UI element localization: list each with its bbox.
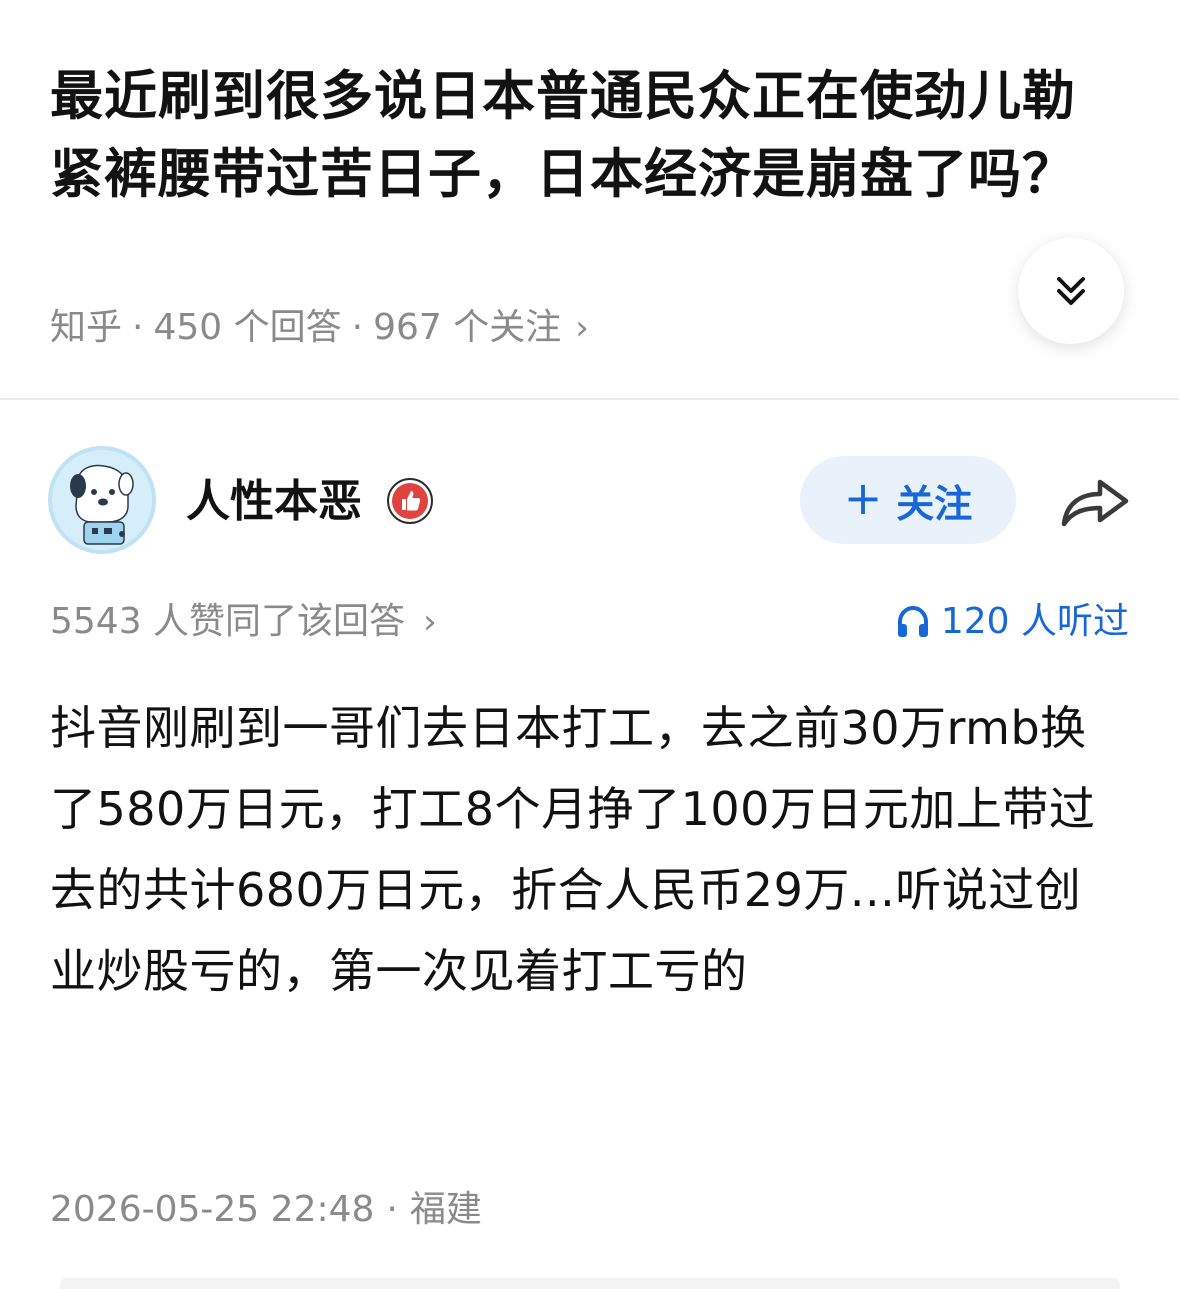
author-name[interactable]: 人性本恶 bbox=[186, 474, 362, 530]
double-chevron-down-icon bbox=[1057, 277, 1085, 305]
plus-icon: + bbox=[843, 471, 883, 525]
follower-count: 967 个关注 bbox=[373, 307, 562, 348]
meta-separator: · bbox=[351, 307, 364, 348]
meta-separator: · bbox=[132, 307, 144, 348]
listen-count[interactable]: 120 人听过 bbox=[895, 598, 1129, 646]
thumbs-up-badge-icon bbox=[387, 478, 433, 524]
follow-button-label: 关注 bbox=[896, 481, 973, 526]
avatar[interactable] bbox=[48, 446, 156, 554]
chevron-right-icon: › bbox=[423, 602, 437, 642]
source-label: 知乎 bbox=[50, 307, 123, 348]
answer-location: 福建 bbox=[409, 1189, 482, 1230]
answer-timestamp: 2026-05-25 22:48 bbox=[50, 1189, 375, 1230]
upvote-count: 5543 人赞同了该回答 bbox=[50, 601, 406, 642]
question-header: 最近刷到很多说日本普通民众正在使劲儿勒紧裤腰带过苦日子，日本经济是崩盘了吗？ 知… bbox=[0, 0, 1179, 398]
share-icon[interactable] bbox=[1058, 472, 1132, 530]
answer-count: 450 个回答 bbox=[153, 307, 342, 348]
question-title[interactable]: 最近刷到很多说日本普通民众正在使劲儿勒紧裤腰带过苦日子，日本经济是崩盘了吗？ bbox=[50, 58, 1110, 214]
chevron-right-icon: › bbox=[575, 308, 589, 348]
author-avatar-image bbox=[48, 446, 156, 554]
answer-body[interactable]: 抖音刚刷到一哥们去日本打工，去之前30万rmb换了580万日元，打工8个月挣了1… bbox=[50, 688, 1110, 1012]
headphones-icon bbox=[897, 605, 928, 637]
section-divider bbox=[0, 398, 1179, 400]
listen-count-label: 120 人听过 bbox=[940, 601, 1129, 642]
upvote-summary[interactable]: 5543 人赞同了该回答 › bbox=[50, 598, 437, 646]
answer-footer: 2026-05-25 22:48 · 福建 bbox=[50, 1186, 482, 1234]
question-meta[interactable]: 知乎 · 450 个回答 · 967 个关注 › bbox=[50, 304, 589, 352]
meta-separator: · bbox=[386, 1189, 398, 1230]
follow-button[interactable]: + 关注 bbox=[800, 456, 1016, 544]
next-card-edge bbox=[60, 1278, 1120, 1289]
expand-button[interactable] bbox=[1018, 238, 1124, 344]
